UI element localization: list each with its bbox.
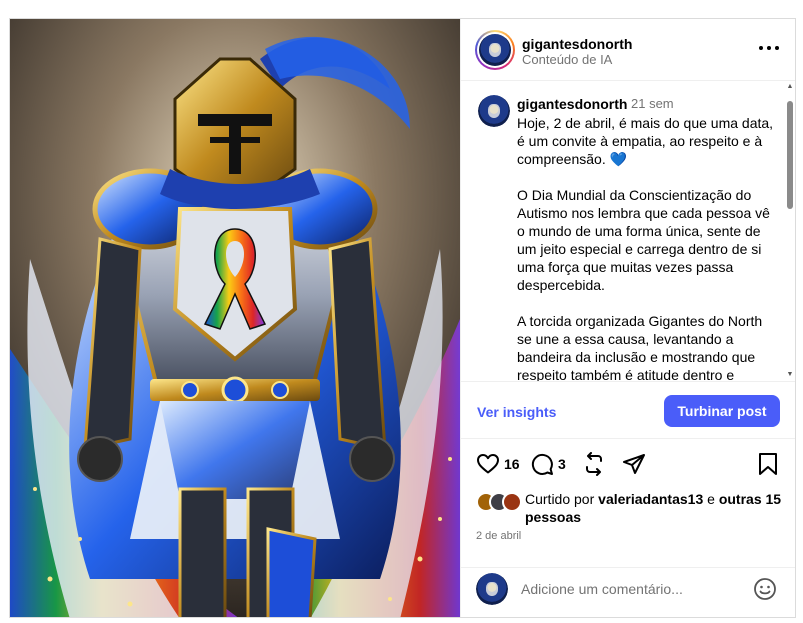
comment-button[interactable]: 3	[530, 451, 566, 477]
share-button[interactable]	[622, 451, 646, 477]
likes-summary: Curtido por valeriadantas13 e outras 15 …	[461, 485, 795, 525]
share-icon	[623, 454, 645, 474]
scroll-down-arrow-icon[interactable]: ▼	[786, 371, 794, 379]
armored-knight-illustration	[10, 19, 460, 617]
repost-icon	[586, 452, 602, 476]
emoji-icon	[754, 578, 776, 600]
post-date[interactable]: 2 de abril	[476, 530, 521, 542]
like-button[interactable]: 16	[476, 451, 520, 477]
like-count[interactable]: 16	[504, 456, 520, 472]
post-side-panel: gigantesdonorth Conteúdo de IA gigantesd…	[460, 19, 795, 617]
liker-avatar	[502, 492, 522, 512]
caption-text: Hoje, 2 de abril, é mais do que uma data…	[517, 115, 774, 381]
comment-input[interactable]	[521, 578, 741, 600]
ai-content-label[interactable]: Conteúdo de IA	[522, 52, 612, 67]
post-image[interactable]	[10, 19, 460, 617]
caption-username[interactable]: gigantesdonorth	[517, 96, 627, 112]
author-avatar[interactable]	[475, 30, 515, 70]
more-horizontal-icon	[759, 46, 763, 50]
comment-composer	[461, 567, 795, 617]
liker-avatars[interactable]	[476, 492, 526, 512]
caption-scroll-area[interactable]: gigantesdonorth 21 sem Hoje, 2 de abril,…	[461, 81, 795, 381]
avatar-logo	[479, 34, 511, 66]
caption-avatar[interactable]	[478, 95, 510, 127]
post-dialog: gigantesdonorth Conteúdo de IA gigantesd…	[9, 18, 796, 618]
scrollbar-thumb[interactable]	[787, 101, 793, 209]
comment-icon	[531, 453, 553, 475]
more-options-button[interactable]	[759, 43, 779, 53]
repost-button[interactable]	[582, 451, 606, 477]
heart-icon	[477, 454, 499, 474]
current-user-avatar	[476, 573, 508, 605]
emoji-button[interactable]	[753, 577, 777, 606]
boost-post-button[interactable]: Turbinar post	[664, 395, 780, 427]
insights-bar: Ver insights Turbinar post	[461, 381, 795, 439]
post-header: gigantesdonorth Conteúdo de IA	[461, 19, 795, 81]
caption-timestamp[interactable]: 21 sem	[631, 96, 674, 111]
scroll-up-arrow-icon[interactable]: ▲	[786, 83, 794, 91]
save-button[interactable]	[757, 451, 779, 477]
likes-text: Curtido por valeriadantas13 e outras 15 …	[525, 491, 782, 525]
caption-scrollbar[interactable]: ▲ ▼	[786, 83, 794, 379]
comment-count[interactable]: 3	[558, 456, 566, 472]
liker-username[interactable]: valeriadantas13	[598, 491, 703, 507]
author-username[interactable]: gigantesdonorth	[522, 36, 632, 52]
view-insights-link[interactable]: Ver insights	[477, 404, 556, 420]
bookmark-icon	[759, 453, 777, 475]
action-bar: 16 3	[461, 451, 795, 481]
